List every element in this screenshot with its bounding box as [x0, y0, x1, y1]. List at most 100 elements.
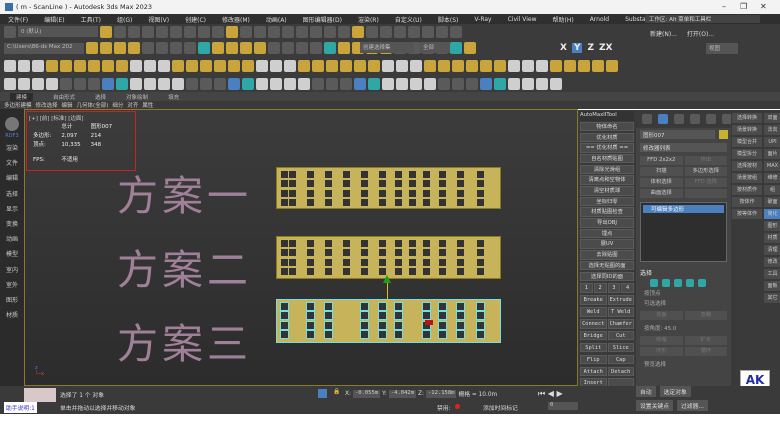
ignore-button[interactable]: 忽略 [684, 311, 727, 320]
toolbar-tool-icon[interactable] [46, 77, 58, 90]
poly-edit-button[interactable]: Weld [580, 307, 607, 317]
set-key-button[interactable]: 设置关键点 [636, 400, 673, 411]
script-button[interactable]: 选择无贴图的面 [580, 260, 634, 271]
toolbar-tool-icon[interactable] [284, 60, 296, 72]
toolbar-tool-icon[interactable] [592, 60, 604, 72]
script-button[interactable]: 选择同ID的面 [580, 271, 634, 281]
toolbar-tool-icon[interactable] [88, 60, 100, 72]
auto-key-button[interactable]: 自动 [636, 386, 656, 397]
toolbar-tool-icon[interactable] [88, 77, 100, 90]
toolbar-tool-icon[interactable] [550, 77, 562, 90]
toolbar-tool-icon[interactable] [296, 42, 308, 54]
selection-set-dropdown[interactable]: 创建选择集 [360, 42, 414, 53]
toolbar-tool-icon[interactable] [436, 25, 448, 38]
menu-item[interactable]: 工具(T) [81, 15, 101, 24]
leftstrip-item[interactable]: 动画 [0, 232, 24, 247]
extra-tool-button[interactable]: 按材质作 [732, 185, 762, 195]
poly-edit-button[interactable]: Flip [580, 354, 607, 365]
poly-edit-button[interactable]: Split [580, 342, 607, 353]
toolbar-tool-icon[interactable] [408, 25, 420, 38]
toolbar-tool-icon[interactable] [172, 77, 184, 90]
filter-dropdown[interactable]: 全部 [420, 42, 450, 53]
object-name-field[interactable]: 图形007 [640, 130, 715, 139]
ribbon-panel-item[interactable]: 多边形建模 [4, 101, 32, 109]
modify-tab-icon[interactable] [658, 114, 668, 124]
scheme-1-text-shape[interactable]: 方案一 [117, 162, 252, 222]
record-indicator-icon[interactable] [455, 404, 460, 409]
modifier-set-button[interactable]: 体积选择 [640, 178, 683, 187]
toolbar-tool-icon[interactable] [452, 60, 464, 72]
toolbar-tool-icon[interactable] [522, 77, 534, 90]
scheme-3-text-shape[interactable]: 方案三 [117, 310, 252, 370]
script-button[interactable]: 去除贴图 [580, 250, 634, 260]
extra-tool-button[interactable]: 选择按材 [732, 161, 762, 171]
toolbar-tool-icon[interactable] [410, 60, 422, 72]
menu-item[interactable]: 视图(V) [148, 15, 169, 24]
extra-tool-button[interactable]: 法向 [764, 125, 780, 135]
open-file-button[interactable]: 打开(O)... [687, 29, 714, 38]
modifier-set-button[interactable]: 曲面选择 [640, 189, 683, 198]
toolbar-tool-icon[interactable] [424, 77, 436, 90]
menu-item[interactable]: 自定义(U) [395, 15, 422, 24]
ribbon-panel-item[interactable]: 细分 [112, 101, 123, 109]
x-coord-field[interactable]: -0.055m [352, 389, 381, 398]
toolbar-tool-icon[interactable] [396, 77, 408, 90]
maximize-button[interactable]: ❐ [740, 2, 747, 11]
script-button[interactable]: 展UV [580, 239, 634, 249]
toolbar-tool-icon[interactable] [226, 25, 238, 38]
toolbar-tool-icon[interactable] [144, 60, 156, 72]
maxscript-listener[interactable] [24, 388, 56, 402]
loop-button[interactable]: 循环 [684, 347, 727, 356]
extra-tool-button[interactable]: 面板 [764, 281, 780, 291]
toolbar-tool-icon[interactable] [214, 77, 226, 90]
poly-edit-button[interactable]: Slice [607, 342, 634, 353]
poly-edit-button[interactable]: Extrude [607, 295, 634, 305]
toolbar-tool-icon[interactable] [156, 42, 168, 54]
toolbar-tool-icon[interactable] [242, 77, 254, 90]
lock-icon[interactable]: 🔒 [333, 389, 340, 395]
script-button[interactable]: 清除光滑组 [580, 164, 634, 175]
create-tab-icon[interactable] [642, 114, 652, 124]
script-button[interactable]: 导出OBJ [580, 218, 634, 228]
facade-model-1[interactable] [276, 167, 501, 209]
modifier-set-button[interactable]: FFD 选择 [684, 178, 727, 187]
extra-tool-button[interactable]: 破面 [764, 197, 780, 207]
toolbar-tool-icon[interactable] [142, 25, 154, 38]
toolbar-tool-icon[interactable] [296, 25, 308, 38]
gizmo-y-axis[interactable] [387, 280, 388, 320]
add-time-tag[interactable]: 添加时间标记 [483, 403, 518, 412]
toolbar-tool-icon[interactable] [324, 25, 336, 38]
close-button[interactable]: ✕ [760, 2, 767, 11]
toolbar-tool-icon[interactable] [452, 77, 464, 90]
toolbar-tool-icon[interactable] [128, 25, 140, 38]
poly-edit-button[interactable]: Cap [607, 354, 634, 365]
leftstrip-item[interactable]: 编辑 [0, 171, 24, 186]
toolbar-tool-icon[interactable] [522, 60, 534, 72]
toolbar-tool-icon[interactable] [158, 60, 170, 72]
selected-object-dropdown[interactable]: 选定对象 [659, 386, 691, 397]
leftstrip-item[interactable]: 渲染 [0, 141, 24, 156]
angle-field[interactable]: 45.0 [664, 326, 676, 332]
toolbar-tool-icon[interactable] [74, 60, 86, 72]
toolbar-tool-icon[interactable] [284, 77, 296, 90]
toolbar-tool-icon[interactable] [564, 60, 576, 72]
toolbar-tool-icon[interactable] [256, 77, 268, 90]
ribbon-tab[interactable]: 自由形式 [53, 93, 75, 101]
z-coord-field[interactable]: -12.158m [425, 389, 457, 398]
leftstrip-item[interactable]: 显示 [0, 202, 24, 217]
toolbar-tool-icon[interactable] [382, 77, 394, 90]
selection-rollout-header[interactable]: 选择 [640, 268, 727, 277]
toolbar-tool-icon[interactable] [424, 60, 436, 72]
toolbar-tool-icon[interactable] [410, 77, 422, 90]
toolbar-tool-icon[interactable] [102, 77, 114, 90]
playback-controls[interactable]: ⏮ ◀ ▶ [538, 389, 563, 399]
toolbar-tool-icon[interactable] [228, 77, 240, 90]
shrink-button[interactable]: 收缩 [640, 336, 683, 345]
toolbar-tool-icon[interactable] [60, 60, 72, 72]
menu-item[interactable]: 帮助(H) [552, 15, 573, 24]
toolbar-tool-icon[interactable] [254, 25, 266, 38]
minimize-button[interactable]: – [722, 2, 726, 11]
menu-item[interactable]: 编辑(E) [44, 15, 64, 24]
extra-tool-button[interactable]: 图形 [764, 221, 780, 231]
extra-tool-button[interactable]: 工具 [764, 269, 780, 279]
